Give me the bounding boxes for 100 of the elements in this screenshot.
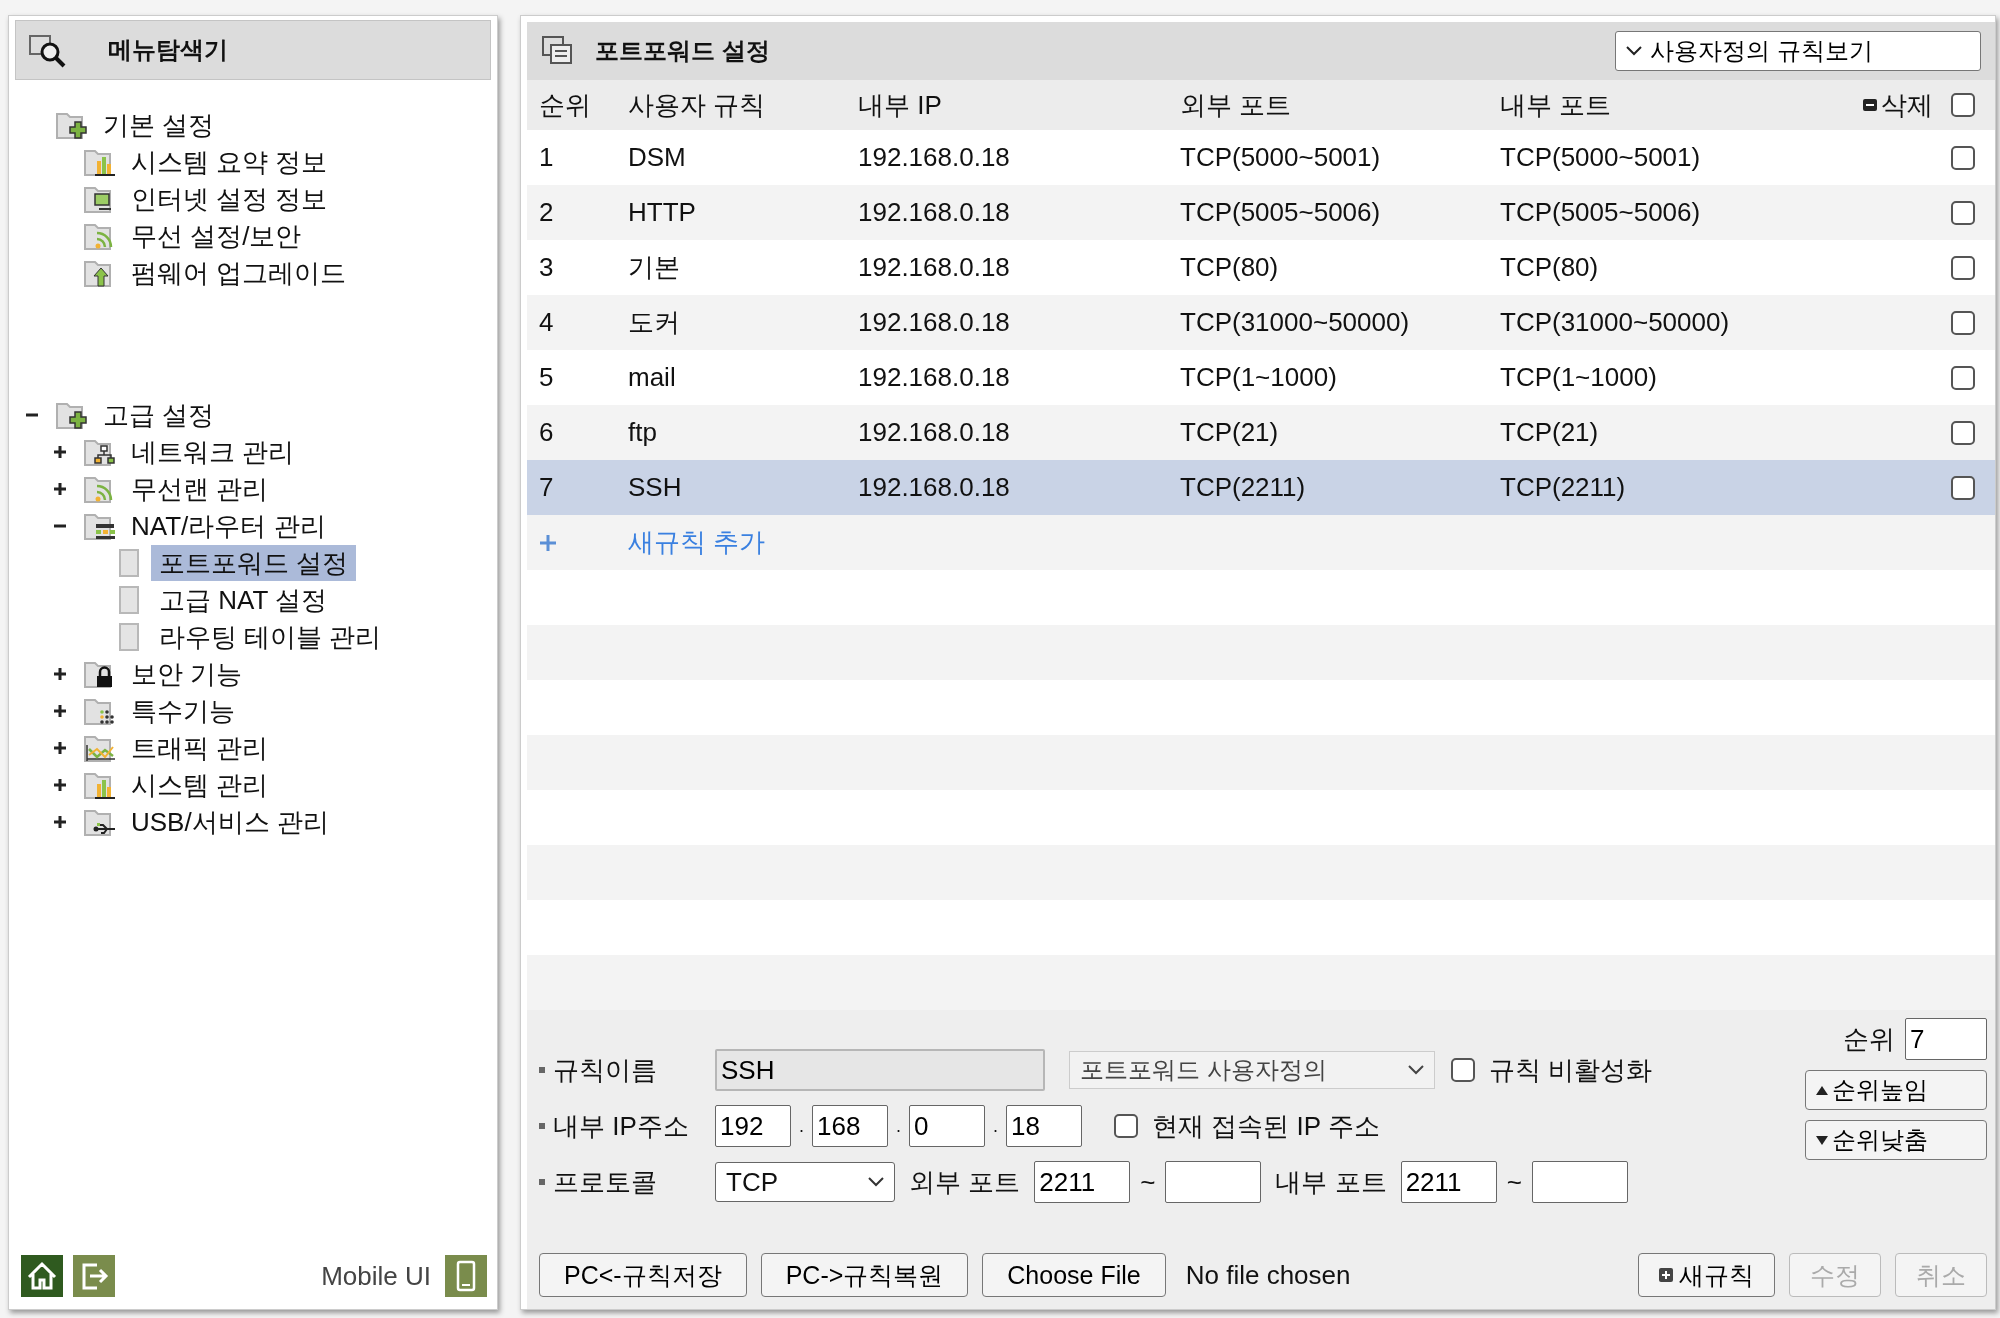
ip-octet-field[interactable]: 192 — [715, 1105, 791, 1147]
select-all-checkbox[interactable] — [1951, 93, 1975, 117]
table-cell-text: TCP(1~1000) — [1500, 362, 1658, 393]
tree-item[interactable]: 네트워크 관리 — [123, 433, 303, 470]
row-checkbox[interactable] — [1951, 420, 1975, 445]
tree-item[interactable]: 포트포워드 설정 — [151, 544, 357, 581]
table-cell-text: 4 — [539, 307, 555, 338]
plus-icon[interactable] — [53, 703, 67, 718]
move-down-button[interactable]: 순위낮춤 — [1805, 1120, 1987, 1160]
sidebar-title: 메뉴탐색기 — [108, 35, 228, 65]
checkbox-label: 규칙 비활성화 — [1488, 1053, 1654, 1087]
tree-item[interactable]: 시스템 관리 — [123, 766, 277, 803]
table-row[interactable]: 6 ftp 192.168.0.18 TCP(21) TCP(21) — [527, 405, 1995, 460]
table-cell-text: 기본 — [628, 251, 681, 284]
page-icon — [119, 585, 139, 614]
table-cell-text: SSH — [628, 472, 683, 503]
table-cell-text: HTTP — [628, 197, 697, 228]
row-checkbox[interactable] — [1951, 475, 1975, 500]
field-label: 규칙이름 — [539, 1052, 707, 1088]
backup-button[interactable]: PC->규칙복원 — [760, 1253, 969, 1297]
move-up-button[interactable]: 순위높임 — [1805, 1070, 1987, 1110]
logout-icon[interactable] — [73, 1255, 115, 1297]
table-cell-text: 1 — [539, 142, 555, 173]
ip-octet-field[interactable]: 168 — [812, 1105, 888, 1147]
tree-item[interactable]: 인터넷 설정 정보 — [123, 180, 336, 217]
ip-octet-field[interactable]: 18 — [1006, 1105, 1083, 1147]
tree-item[interactable]: USB/서비스 관리 — [123, 803, 337, 840]
port-end-field[interactable] — [1531, 1161, 1628, 1203]
backup-button[interactable]: PC<-규칙저장 — [539, 1253, 747, 1297]
table-row[interactable]: 2 HTTP 192.168.0.18 TCP(5005~5006) TCP(5005~5006) — [527, 185, 1995, 240]
choose-file-button[interactable]: Choose File — [982, 1253, 1166, 1297]
table-cell-text: 도커 — [628, 306, 681, 339]
rule-name-field[interactable]: SSH — [715, 1049, 1045, 1091]
plus-icon[interactable] — [53, 777, 67, 792]
row-checkbox[interactable] — [1951, 200, 1975, 225]
protocol-dropdown[interactable]: TCP — [715, 1162, 895, 1202]
home-icon[interactable] — [21, 1255, 63, 1297]
action-button[interactable]: 새규칙 — [1638, 1253, 1775, 1297]
plus-icon[interactable] — [53, 666, 67, 681]
table-cell-text: TCP(31000~50000) — [1180, 307, 1411, 338]
port-start-field[interactable]: 2211 — [1400, 1161, 1497, 1203]
windows-icon — [541, 35, 575, 67]
range-separator: ~ — [1505, 1166, 1523, 1198]
table-cell-text: 6 — [539, 417, 555, 448]
triangle-up-icon — [1816, 1085, 1828, 1095]
table-cell-text: TCP(5000~5001) — [1500, 142, 1702, 173]
tree-item[interactable]: 고급 설정 — [95, 396, 223, 433]
tree-item[interactable]: 기본 설정 — [95, 106, 223, 143]
tree-item[interactable]: 무선 설정/보안 — [123, 217, 310, 254]
column-header: 순위 — [539, 88, 592, 122]
table-cell-text: TCP(21) — [1500, 417, 1600, 448]
table-cell-text: mail — [628, 362, 677, 393]
search-icon — [28, 32, 68, 68]
tree-item[interactable]: 특수기능 — [123, 692, 243, 729]
ip-octet-field[interactable]: 0 — [909, 1105, 986, 1147]
tree-item[interactable]: 고급 NAT 설정 — [151, 581, 336, 618]
column-header: 사용자 규칙 — [628, 88, 767, 122]
table-row[interactable]: 7 SSH 192.168.0.18 TCP(2211) TCP(2211) — [527, 460, 1995, 515]
table-row[interactable]: 4 도커 192.168.0.18 TCP(31000~50000) TCP(31000~50000) — [527, 295, 1995, 350]
rule-type-dropdown[interactable]: 포트포워드 사용자정의 — [1069, 1051, 1435, 1089]
tree-item[interactable]: 보안 기능 — [123, 655, 251, 692]
tree-item[interactable]: 라우팅 테이블 관리 — [151, 618, 390, 655]
ip-separator: . — [993, 1115, 999, 1137]
triangle-down-icon — [1816, 1135, 1828, 1145]
plus-icon[interactable] — [53, 444, 67, 459]
current-ip-checkbox[interactable] — [1114, 1114, 1139, 1138]
port-start-field[interactable]: 2211 — [1034, 1161, 1131, 1203]
plus-icon[interactable] — [53, 814, 67, 829]
table-cell-text: TCP(2211) — [1500, 472, 1627, 503]
tree-item[interactable]: 시스템 요약 정보 — [123, 143, 336, 180]
row-checkbox[interactable] — [1951, 145, 1975, 170]
table-cell-text: TCP(21) — [1180, 417, 1280, 448]
add-rule-link[interactable]: 새규칙 추가 — [628, 525, 858, 560]
table-cell-text: TCP(80) — [1500, 252, 1600, 283]
view-dropdown[interactable]: 사용자정의 규칙보기 — [1615, 31, 1981, 71]
rank-field[interactable]: 7 — [1905, 1018, 1987, 1060]
plus-icon[interactable] — [53, 740, 67, 755]
tree-item[interactable]: NAT/라우터 관리 — [123, 507, 334, 544]
plus-icon[interactable] — [53, 481, 67, 496]
port-end-field[interactable] — [1165, 1161, 1262, 1203]
tree-item[interactable]: 트래픽 관리 — [123, 729, 277, 766]
table-cell-text: 192.168.0.18 — [858, 197, 1011, 228]
table-cell-text: TCP(1~1000) — [1180, 362, 1338, 393]
table-cell-text: 192.168.0.18 — [858, 362, 1011, 393]
panel-title: 포트포워드 설정 — [595, 36, 770, 66]
plus-box-icon — [1659, 1268, 1673, 1282]
row-checkbox[interactable] — [1951, 365, 1975, 390]
row-checkbox[interactable] — [1951, 255, 1975, 280]
disable-rule-checkbox[interactable] — [1451, 1058, 1475, 1082]
row-checkbox[interactable] — [1951, 310, 1975, 335]
field-label: 내부 IP주소 — [539, 1108, 707, 1144]
ip-separator: . — [896, 1115, 902, 1137]
table-cell-text: TCP(80) — [1180, 252, 1280, 283]
column-header: 내부 포트 — [1500, 88, 1613, 122]
tree-item[interactable]: 펌웨어 업그레이드 — [123, 254, 355, 291]
phone-icon[interactable] — [445, 1255, 487, 1297]
tree-item[interactable]: 무선랜 관리 — [123, 470, 277, 507]
field-label: 프로토콜 — [539, 1164, 707, 1200]
table-cell-text: 7 — [539, 472, 555, 503]
mobile-ui-label[interactable]: Mobile UI — [321, 1260, 431, 1292]
